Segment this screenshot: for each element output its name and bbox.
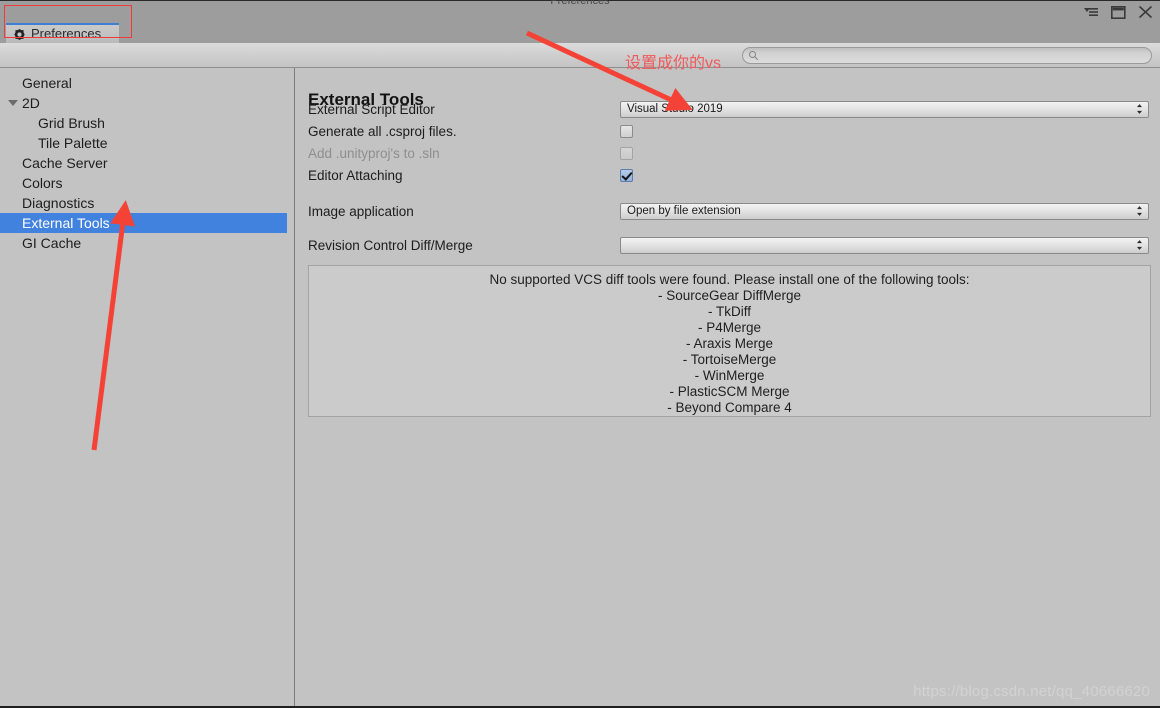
close-icon[interactable] bbox=[1136, 4, 1154, 21]
tab-label: Preferences bbox=[31, 25, 102, 41]
infobox-tool-item: - WinMerge bbox=[694, 368, 765, 383]
sidebar-item-label: External Tools bbox=[22, 215, 110, 231]
sidebar-item-label: Cache Server bbox=[22, 155, 108, 171]
field-label: External Script Editor bbox=[308, 101, 435, 117]
sidebar-item-2d[interactable]: 2D bbox=[0, 93, 294, 113]
infobox-tool-item: - TortoiseMerge bbox=[682, 352, 777, 367]
field-add-unityproj: Add .unityproj's to .sln bbox=[308, 144, 1153, 162]
infobox-heading: No supported VCS diff tools were found. … bbox=[489, 272, 970, 287]
vcs-tools-infobox: No supported VCS diff tools were found. … bbox=[308, 265, 1151, 417]
search-input[interactable] bbox=[762, 48, 1132, 63]
search-icon bbox=[748, 50, 759, 61]
chevron-updown-icon bbox=[1137, 240, 1142, 250]
add-unityproj-checkbox bbox=[620, 146, 633, 160]
field-label: Add .unityproj's to .sln bbox=[308, 145, 440, 161]
sidebar-item-label: Colors bbox=[22, 175, 63, 191]
infobox-tool-item: - TkDiff bbox=[707, 304, 751, 319]
sidebar-item-gi-cache[interactable]: GI Cache bbox=[0, 233, 294, 253]
toolbar bbox=[0, 43, 1160, 68]
tabstrip: Preferences bbox=[0, 22, 1160, 43]
infobox-tool-item: - SourceGear DiffMerge bbox=[657, 288, 802, 303]
sidebar-item-label: 2D bbox=[22, 95, 40, 111]
tab-preferences[interactable]: Preferences bbox=[6, 23, 120, 43]
infobox-tool-item: - P4Merge bbox=[697, 320, 762, 335]
os-window-title: Preferences bbox=[0, 0, 1160, 5]
sidebar-item-label: Tile Palette bbox=[38, 135, 108, 151]
field-generate-csproj: Generate all .csproj files. bbox=[308, 122, 1153, 140]
infobox-tool-item: - Araxis Merge bbox=[685, 336, 774, 351]
search-field[interactable] bbox=[742, 47, 1152, 64]
settings-sidebar: General 2D Grid Brush Tile Palette Cache… bbox=[0, 68, 295, 706]
content-area: General 2D Grid Brush Tile Palette Cache… bbox=[0, 68, 1160, 706]
field-label: Revision Control Diff/Merge bbox=[308, 237, 473, 253]
image-application-dropdown[interactable]: Open by file extension bbox=[620, 202, 1149, 220]
field-editor-attaching: Editor Attaching bbox=[308, 166, 1153, 184]
field-label: Generate all .csproj files. bbox=[308, 123, 457, 139]
generate-csproj-checkbox[interactable] bbox=[620, 124, 633, 138]
field-revision-control: Revision Control Diff/Merge bbox=[308, 236, 1153, 254]
sidebar-item-tile-palette[interactable]: Tile Palette bbox=[0, 133, 294, 153]
infobox-tool-item: - Beyond Compare 4 bbox=[667, 400, 792, 415]
editor-attaching-checkbox[interactable] bbox=[620, 168, 633, 182]
sidebar-item-label: Diagnostics bbox=[22, 195, 95, 211]
menu-icon[interactable] bbox=[1082, 4, 1100, 21]
field-external-script-editor: External Script Editor Visual Studio 201… bbox=[308, 100, 1153, 118]
dropdown-value: Visual Studio 2019 bbox=[627, 103, 723, 115]
os-titlebar: Preferences bbox=[0, 0, 1160, 22]
sidebar-item-label: General bbox=[22, 75, 72, 91]
watermark: https://blog.csdn.net/qq_40666620 bbox=[913, 683, 1150, 700]
chevron-down-icon[interactable] bbox=[8, 100, 18, 106]
infobox-tool-item: - PlasticSCM Merge bbox=[669, 384, 790, 399]
sidebar-item-grid-brush[interactable]: Grid Brush bbox=[0, 113, 294, 133]
sidebar-item-general[interactable]: General bbox=[0, 73, 294, 93]
chevron-updown-icon bbox=[1137, 206, 1142, 216]
chevron-updown-icon bbox=[1137, 104, 1142, 114]
sidebar-item-label: GI Cache bbox=[22, 235, 82, 251]
revision-control-dropdown[interactable] bbox=[620, 236, 1149, 254]
sidebar-item-external-tools[interactable]: External Tools bbox=[0, 213, 287, 233]
sidebar-item-label: Grid Brush bbox=[38, 115, 105, 131]
preferences-window: Preferences General 2D Grid Brush Tile P… bbox=[0, 0, 1160, 708]
field-image-application: Image application Open by file extension bbox=[308, 202, 1153, 220]
sidebar-item-cache-server[interactable]: Cache Server bbox=[0, 153, 294, 173]
maximize-icon[interactable] bbox=[1109, 4, 1127, 21]
window-controls bbox=[1082, 3, 1154, 21]
sidebar-item-colors[interactable]: Colors bbox=[0, 173, 294, 193]
dropdown-value: Open by file extension bbox=[627, 205, 741, 217]
gear-icon bbox=[14, 28, 25, 40]
settings-panel: External Tools External Script Editor Vi… bbox=[296, 68, 1160, 706]
sidebar-item-diagnostics[interactable]: Diagnostics bbox=[0, 193, 294, 213]
field-label: Editor Attaching bbox=[308, 167, 403, 183]
field-label: Image application bbox=[308, 203, 414, 219]
external-script-editor-dropdown[interactable]: Visual Studio 2019 bbox=[620, 100, 1149, 118]
